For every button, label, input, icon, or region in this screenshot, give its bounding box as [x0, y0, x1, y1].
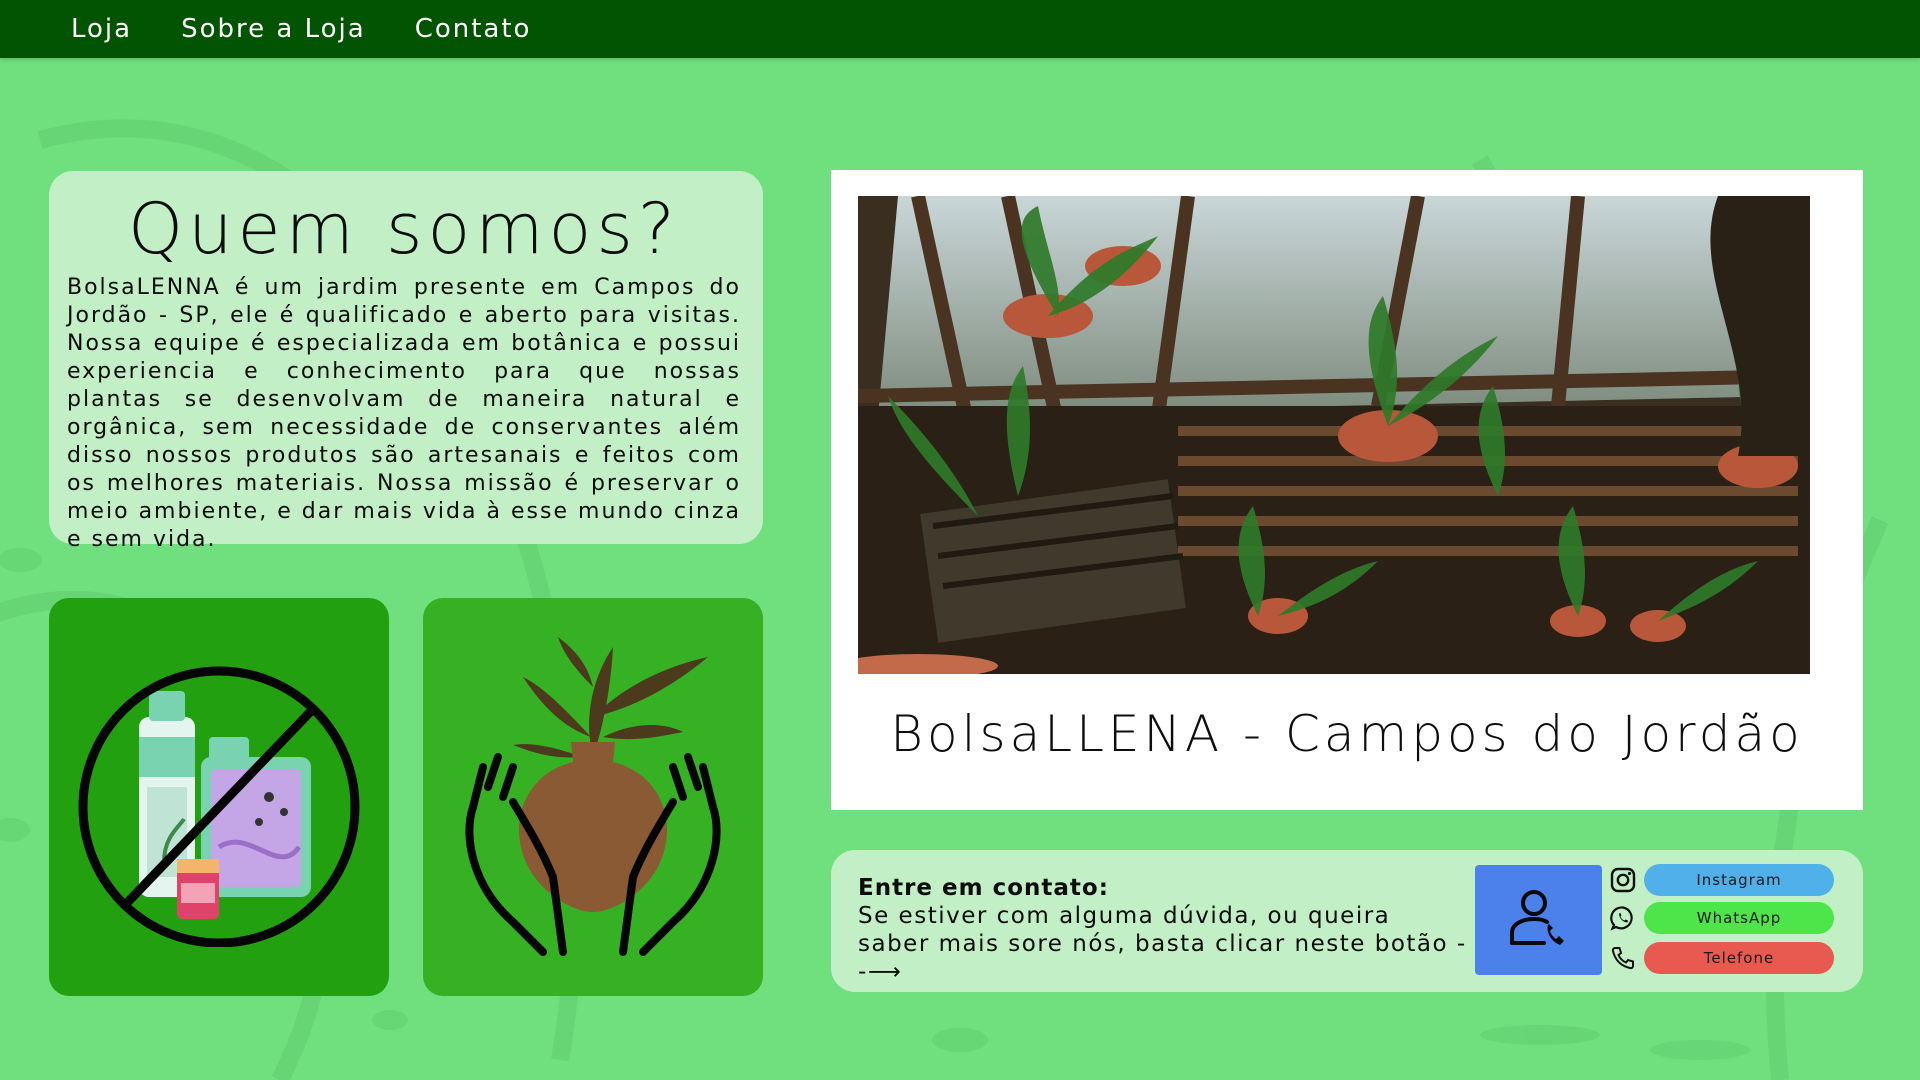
- no-chemicals-icon: [78, 666, 360, 947]
- photo-caption: BolsaLLENA - Campos do Jordão: [890, 705, 1804, 763]
- phone-icon: [1608, 943, 1638, 973]
- about-description: BolsaLENNA é um jardim presente em Campo…: [67, 275, 741, 552]
- nav-link-loja[interactable]: Loja: [71, 14, 132, 44]
- contact-description: Se estiver com alguma dúvida, ou queira …: [858, 903, 1467, 985]
- social-row-instagram: Instagram: [1608, 863, 1834, 897]
- nav-link-sobre-a-loja[interactable]: Sobre a Loja: [181, 14, 366, 44]
- contact-person-phone-icon: [1509, 890, 1564, 945]
- greenhouse-photo: [858, 196, 1810, 674]
- greenhouse-illustration: [858, 196, 1810, 674]
- photo-card: BolsaLLENA - Campos do Jordão: [831, 170, 1863, 810]
- about-title: Quem somos?: [128, 188, 680, 270]
- top-navigation-bar: Loja Sobre a Loja Contato: [0, 0, 1920, 58]
- social-row-telefone: Telefone: [1608, 941, 1834, 975]
- instagram-button[interactable]: Instagram: [1644, 864, 1834, 896]
- hands-holding-plant-icon: [465, 637, 721, 956]
- handmade-plant-tile: [423, 598, 763, 996]
- contact-button[interactable]: [1475, 865, 1602, 975]
- instagram-icon: [1608, 865, 1638, 895]
- nav-link-contato[interactable]: Contato: [415, 14, 532, 44]
- social-row-whatsapp: WhatsApp: [1608, 901, 1834, 935]
- contact-card: Entre em contato: Se estiver com alguma …: [831, 850, 1863, 992]
- about-card: Quem somos? BolsaLENNA é um jardim prese…: [49, 171, 763, 552]
- contact-heading: Entre em contato:: [858, 875, 1109, 901]
- telefone-button[interactable]: Telefone: [1644, 942, 1834, 974]
- no-chemicals-tile: [49, 598, 389, 996]
- whatsapp-button[interactable]: WhatsApp: [1644, 902, 1834, 934]
- whatsapp-icon: [1608, 903, 1638, 933]
